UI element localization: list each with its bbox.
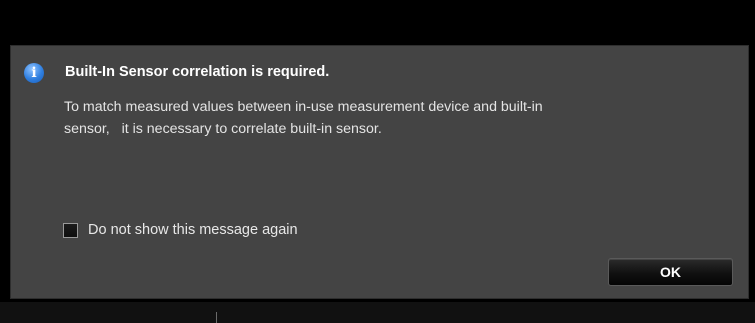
do-not-show-again-label: Do not show this message again: [88, 222, 298, 238]
dialog-message: To match measured values between in-use …: [64, 99, 543, 137]
info-icon-glyph: i: [31, 65, 37, 81]
info-dialog: i Built-In Sensor correlation is require…: [10, 45, 749, 299]
background-panel: [0, 302, 755, 323]
do-not-show-again-option[interactable]: Do not show this message again: [63, 222, 298, 238]
background-divider: [216, 312, 217, 323]
info-icon: i: [24, 63, 44, 83]
dialog-title: Built-In Sensor correlation is required.: [65, 64, 330, 80]
ok-button[interactable]: OK: [608, 258, 733, 286]
do-not-show-again-checkbox[interactable]: [63, 222, 78, 238]
